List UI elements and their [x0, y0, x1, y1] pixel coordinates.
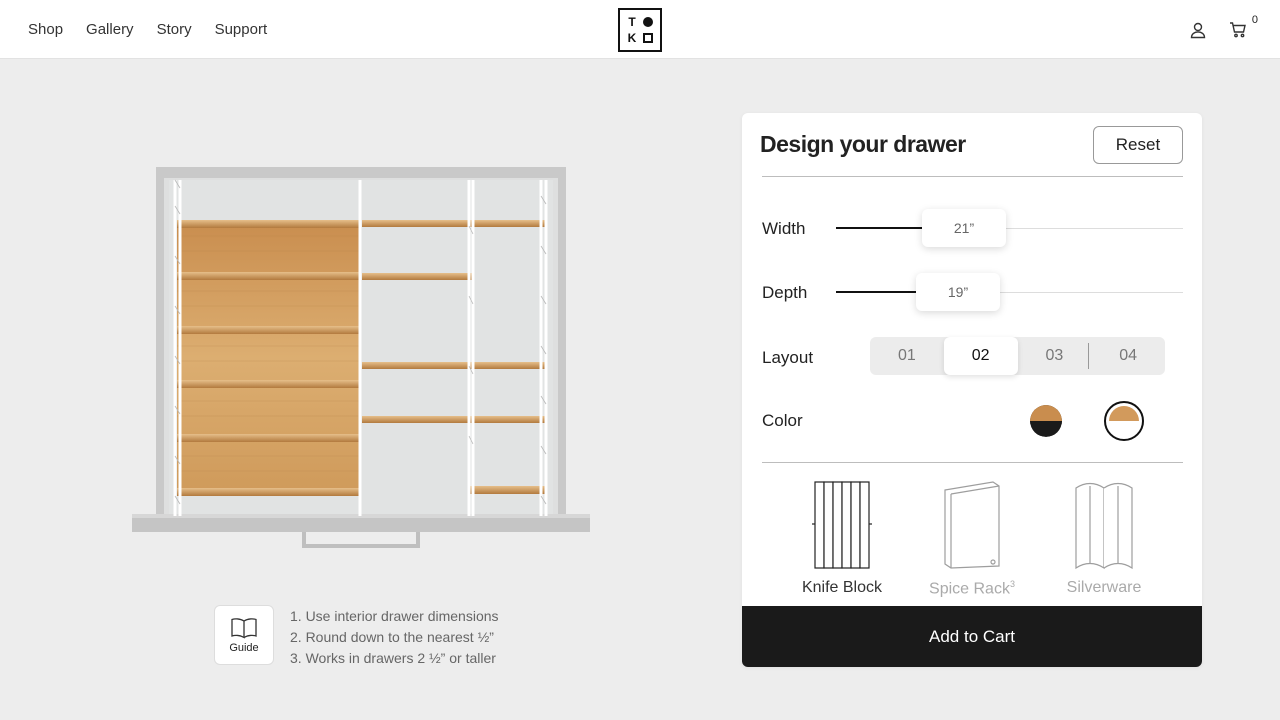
accessory-spice-rack[interactable]: Spice Rack3 — [902, 479, 1042, 598]
divider — [762, 462, 1183, 463]
add-to-cart-button[interactable]: Add to Cart — [742, 606, 1202, 667]
guide-note: 3. Works in drawers 2 ½” or taller — [290, 650, 496, 666]
color-swatch-bamboo-black[interactable] — [1030, 405, 1062, 437]
guide-note: 1. Use interior drawer dimensions — [290, 608, 499, 624]
logo-square — [643, 33, 653, 43]
depth-slider[interactable]: 19” — [836, 273, 1183, 313]
nav-story[interactable]: Story — [157, 21, 192, 38]
guide-button-label: Guide — [229, 641, 259, 654]
silverware-tray-icon — [1075, 482, 1133, 570]
guide-note: 2. Round down to the nearest ½” — [290, 629, 494, 645]
layout-label: Layout — [762, 348, 814, 367]
width-slider[interactable]: 21” — [836, 209, 1183, 249]
cart-count-badge: 0 — [1251, 13, 1258, 26]
layout-option-01[interactable]: 01 — [870, 337, 944, 375]
color-swatch-bamboo-white-selected[interactable] — [1104, 401, 1144, 441]
width-slider-thumb[interactable]: 21” — [922, 209, 1006, 247]
nav-shop[interactable]: Shop — [28, 21, 63, 38]
panel-title: Design your drawer — [760, 131, 966, 157]
guide-button[interactable]: Guide — [214, 605, 274, 665]
divider — [762, 176, 1183, 177]
user-icon[interactable] — [1186, 18, 1210, 42]
logo-dot — [643, 17, 653, 27]
top-navigation-bar: Shop Gallery Story Support T K 0 — [0, 0, 1280, 59]
spice-rack-icon — [944, 481, 1000, 569]
nav-gallery[interactable]: Gallery — [86, 21, 134, 38]
width-slider-fill — [836, 227, 922, 229]
guide-notes: 1. Use interior drawer dimensions 2. Rou… — [290, 606, 499, 669]
layout-selector: 01 02 03 04 — [870, 337, 1165, 375]
layout-separator — [1088, 343, 1089, 369]
color-label: Color — [762, 411, 803, 430]
accessory-name: Spice Rack — [929, 580, 1010, 598]
layout-option-02[interactable]: 02 — [943, 337, 1018, 375]
drawer-render — [132, 167, 590, 548]
accessory-name: Silverware — [1066, 579, 1142, 596]
accessory-sup: 3 — [1009, 579, 1015, 589]
logo-letter-t: T — [628, 15, 636, 29]
header-actions: 0 — [1186, 0, 1258, 59]
depth-slider-thumb[interactable]: 19” — [916, 273, 1000, 311]
reset-button[interactable]: Reset — [1093, 126, 1183, 164]
nav-support[interactable]: Support — [215, 21, 268, 38]
accessory-name: Knife Block — [801, 579, 883, 596]
main-nav: Shop Gallery Story Support — [28, 0, 267, 59]
layout-option-04[interactable]: 04 — [1091, 337, 1165, 375]
logo-letter-k: K — [627, 31, 637, 45]
drawer-preview — [132, 166, 590, 556]
layout-option-03[interactable]: 03 — [1018, 337, 1092, 375]
accessory-silverware[interactable]: Silverware — [1034, 479, 1174, 597]
book-icon — [231, 617, 257, 639]
width-label: Width — [762, 219, 806, 238]
depth-slider-fill — [836, 291, 916, 293]
cart-button[interactable]: 0 — [1226, 14, 1258, 42]
accessory-knife-block[interactable]: Knife Block — [772, 479, 912, 597]
design-panel: Design your drawer Reset Width 21” Depth… — [742, 113, 1202, 667]
brand-logo[interactable]: T K — [618, 8, 662, 52]
cart-icon — [1230, 21, 1246, 37]
knife-block-icon — [812, 481, 872, 569]
depth-label: Depth — [762, 283, 808, 302]
